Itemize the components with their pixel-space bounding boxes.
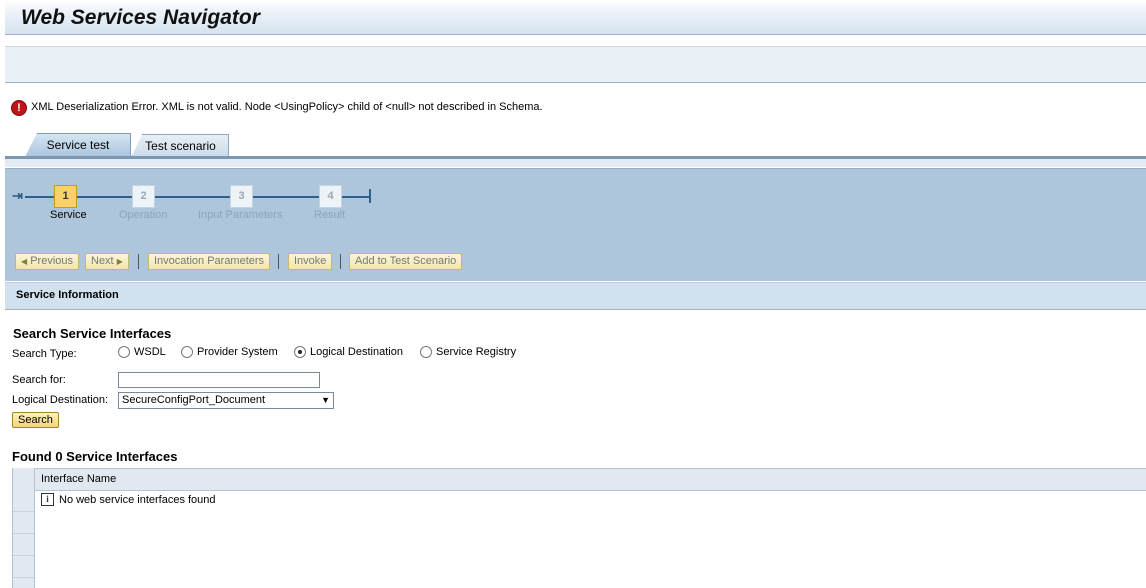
tab-service-test[interactable]: Service test [25, 133, 131, 157]
row-divider [13, 511, 34, 512]
roadmap-step-label-service[interactable]: Service [50, 209, 87, 221]
sub-header-bar [5, 46, 1146, 83]
triangle-left-icon: ◀ [21, 257, 28, 266]
toolbar: ◀ Previous Next ▶ Invocation Parameters … [5, 243, 1146, 281]
row-selector-column [13, 468, 35, 588]
radio-provider-system[interactable]: Provider System [181, 346, 278, 359]
next-button[interactable]: Next ▶ [85, 253, 129, 270]
roadmap-end-icon [361, 189, 371, 203]
toolbar-separator [278, 254, 279, 269]
info-icon: i [41, 493, 54, 506]
row-divider [13, 577, 34, 578]
invocation-parameters-button[interactable]: Invocation Parameters [148, 253, 271, 270]
search-input[interactable] [118, 372, 320, 388]
radio-button[interactable] [181, 346, 193, 359]
search-button[interactable]: Search [12, 412, 59, 428]
triangle-right-icon: ▶ [116, 257, 123, 266]
error-message-bar: ! XML Deserialization Error. XML is not … [5, 97, 1146, 119]
empty-table-message: No web service interfaces found [59, 494, 216, 506]
radio-label: Service Registry [436, 346, 517, 358]
row-divider [13, 555, 34, 556]
radio-logical-destination[interactable]: Logical Destination [294, 346, 403, 359]
logical-destination-select[interactable]: SecureConfigPort_Document ▼ [118, 392, 334, 409]
tab-spacer [5, 159, 1146, 167]
toolbar-separator [138, 254, 139, 269]
roadmap-step-label-operation[interactable]: Operation [119, 209, 167, 221]
row-divider [13, 533, 34, 534]
roadmap-step-3[interactable]: 3 [230, 185, 253, 208]
previous-button-label: Previous [30, 255, 74, 267]
title-bar: Web Services Navigator [5, 0, 1146, 35]
results-heading: Found 0 Service Interfaces [12, 449, 178, 464]
tab-test-scenario[interactable]: Test scenario [132, 134, 229, 156]
roadmap-step-4[interactable]: 4 [319, 185, 342, 208]
column-header-interface-name[interactable]: Interface Name [41, 473, 116, 485]
roadmap: ⇥ 1 Service 2 Operation 3 Input Paramete… [5, 168, 1146, 244]
logical-destination-label: Logical Destination: [12, 394, 109, 406]
radio-wsdl[interactable]: WSDL [118, 346, 166, 359]
search-for-label: Search for: [12, 374, 66, 386]
logical-destination-value: SecureConfigPort_Document [122, 394, 266, 406]
chevron-down-icon[interactable]: ▼ [321, 393, 330, 408]
toolbar-separator [340, 254, 341, 269]
add-to-test-scenario-button[interactable]: Add to Test Scenario [349, 253, 463, 270]
previous-button[interactable]: ◀ Previous [15, 253, 80, 270]
next-button-label: Next [91, 255, 114, 267]
section-header: Service Information [5, 282, 1146, 310]
radio-label: Provider System [197, 346, 278, 358]
section-title: Service Information [16, 289, 119, 301]
results-table: Interface Name i No web service interfac… [12, 468, 1146, 588]
radio-label: Logical Destination [310, 346, 403, 358]
radio-button-selected[interactable] [294, 346, 306, 359]
search-heading: Search Service Interfaces [13, 326, 172, 341]
roadmap-step-label-input-parameters[interactable]: Input Parameters [198, 209, 282, 221]
invoke-button[interactable]: Invoke [288, 253, 333, 270]
roadmap-step-1[interactable]: 1 [54, 185, 77, 208]
radio-button[interactable] [118, 346, 130, 359]
radio-service-registry[interactable]: Service Registry [420, 346, 517, 359]
roadmap-step-2[interactable]: 2 [132, 185, 155, 208]
app-title: Web Services Navigator [21, 6, 260, 29]
roadmap-start-icon: ⇥ [12, 188, 23, 203]
error-icon: ! [11, 100, 27, 116]
roadmap-step-label-result[interactable]: Result [314, 209, 345, 221]
table-header: Interface Name [13, 468, 1146, 491]
radio-button[interactable] [420, 346, 432, 359]
search-type-label: Search Type: [12, 348, 77, 360]
tab-strip: Service test Test scenario [5, 130, 1146, 158]
radio-label: WSDL [134, 346, 166, 358]
error-message-text: XML Deserialization Error. XML is not va… [31, 101, 543, 113]
